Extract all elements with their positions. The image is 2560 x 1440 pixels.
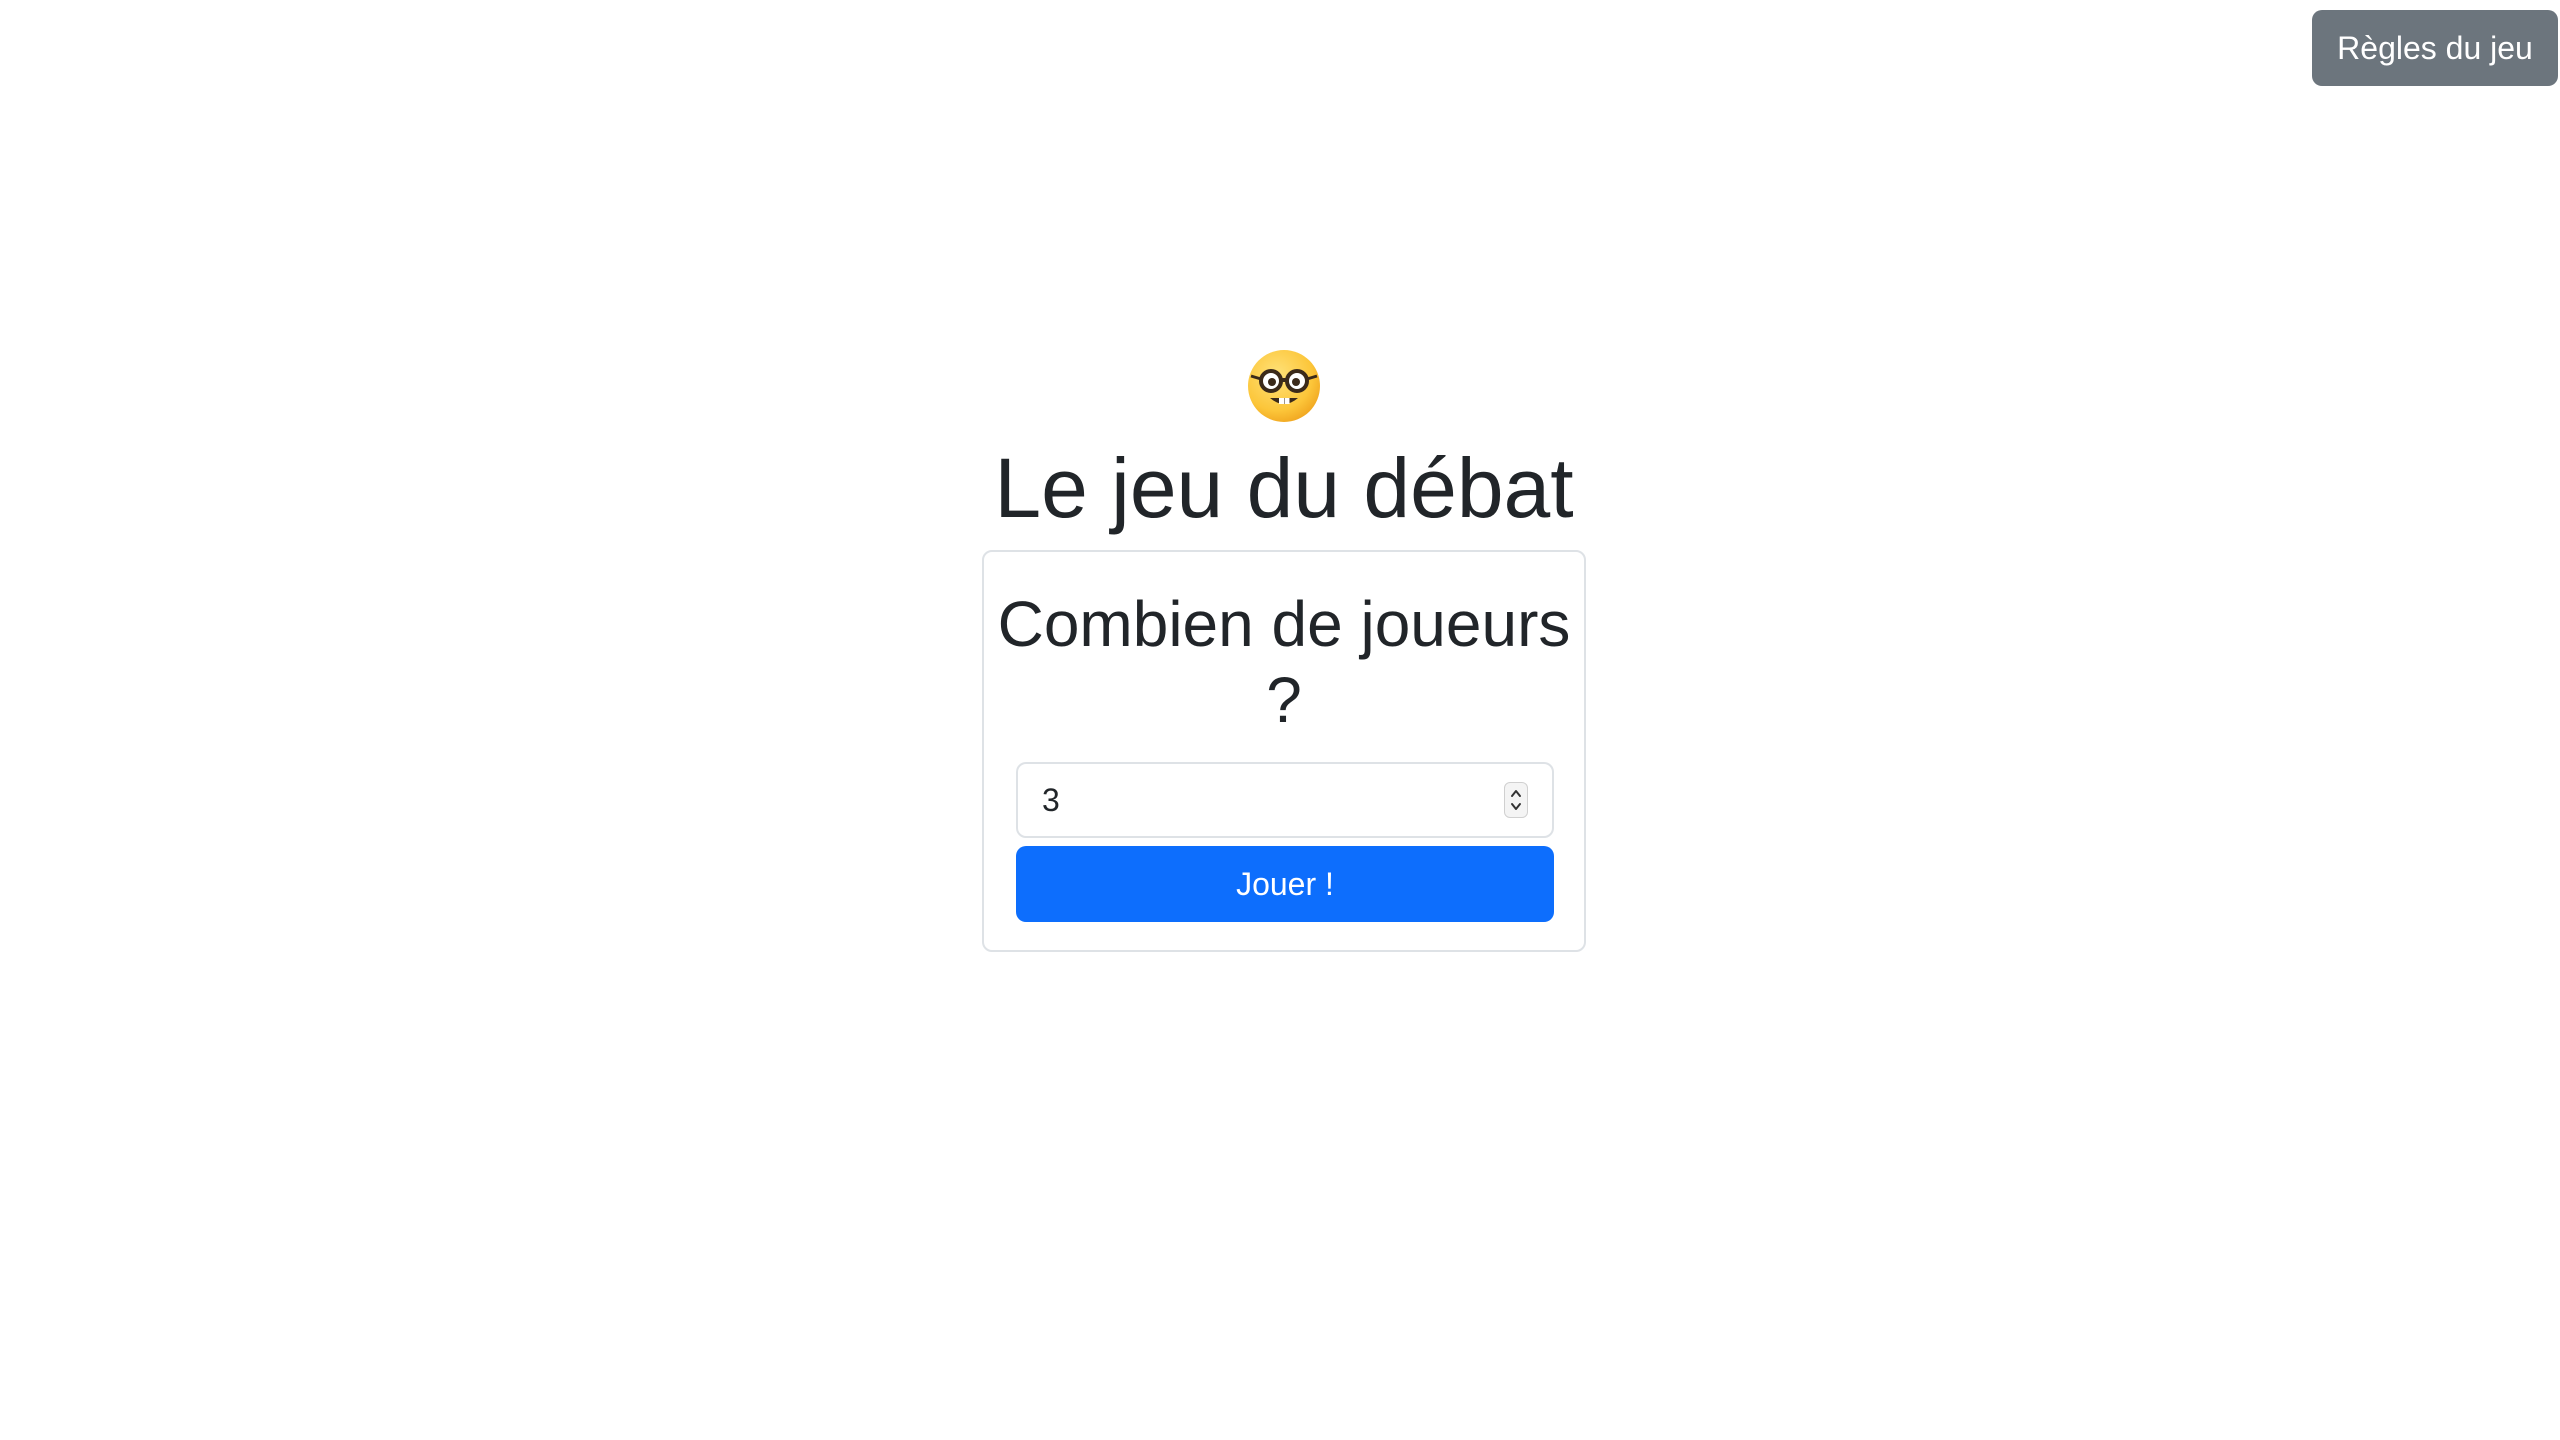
- player-count-field[interactable]: [1016, 762, 1554, 838]
- page: Règles du jeu Le jeu du débat Combien de…: [0, 0, 2560, 1440]
- number-stepper[interactable]: [1504, 782, 1528, 818]
- rules-button[interactable]: Règles du jeu: [2312, 10, 2558, 86]
- page-title: Le jeu du débat: [994, 441, 1574, 535]
- player-count-input[interactable]: [1018, 764, 1502, 836]
- card-title: Combien de joueurs ?: [997, 588, 1571, 736]
- play-button[interactable]: Jouer !: [1016, 846, 1554, 922]
- nerd-face-icon: [1246, 348, 1322, 424]
- player-setup-card: Combien de joueurs ? Jouer !: [982, 550, 1586, 952]
